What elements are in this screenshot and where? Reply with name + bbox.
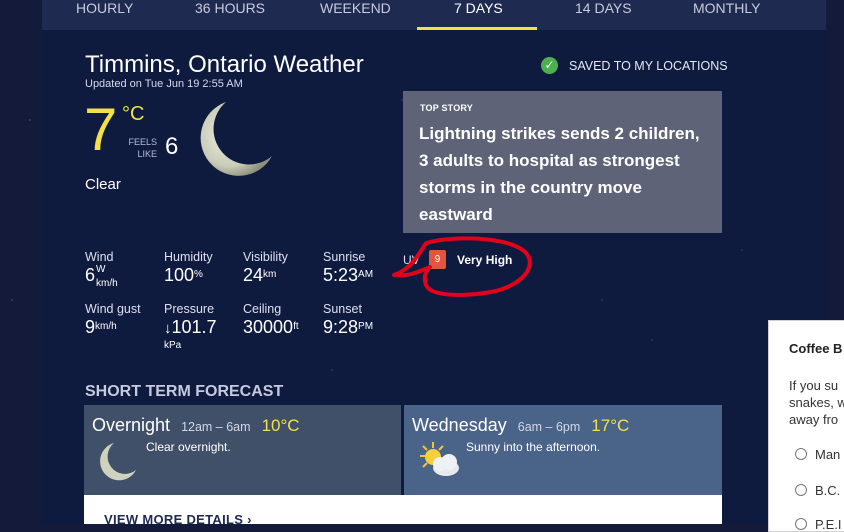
poll-option[interactable]: B.C.: [795, 483, 840, 498]
feels-like-value: 6: [165, 133, 179, 160]
forecast-temp: 10°C: [261, 416, 300, 435]
forecast-day: Wednesday: [412, 415, 507, 435]
humidity-unit: %: [194, 269, 203, 280]
stat-wind: Wind 6 Wkm/h: [85, 250, 118, 289]
view-more-bar: VIEW MORE DETAILS ›: [84, 495, 722, 527]
pressure-trend-icon: ↓: [164, 320, 172, 337]
forecast-period: Wednesday 6am – 6pm 17°C: [412, 415, 629, 436]
pressure-unit: kPa: [164, 340, 182, 351]
poll-option[interactable]: P.E.I: [795, 517, 842, 532]
poll-option-label: B.C.: [815, 483, 841, 498]
poll-question-line: snakes, w: [789, 395, 844, 410]
active-tab-indicator: [417, 27, 537, 30]
ceiling-value: 30000: [243, 317, 294, 337]
stat-label: Wind gust: [85, 302, 141, 316]
radio-icon[interactable]: [795, 484, 807, 496]
ceiling-unit: ft: [293, 321, 299, 332]
feels-label-line2: LIKE: [137, 149, 157, 159]
current-condition: Clear: [85, 176, 121, 193]
saved-label: SAVED TO MY LOCATIONS: [569, 58, 728, 73]
pressure-value: 101.7: [171, 317, 217, 337]
forecast-time: 12am – 6am: [181, 420, 251, 434]
stat-ceiling: Ceiling 30000ft: [243, 302, 299, 338]
sunrise-unit: AM: [358, 269, 374, 280]
tab-7-days[interactable]: 7 DAYS: [454, 0, 503, 30]
page-title: Timmins, Ontario Weather: [85, 51, 364, 78]
poll-question: If you su snakes, w away fro: [789, 377, 844, 428]
tab-hourly[interactable]: HOURLY: [76, 0, 133, 30]
sunset-value: 9:28: [323, 317, 359, 337]
tab-monthly[interactable]: MONTHLY: [693, 0, 760, 30]
stat-label: Pressure: [164, 302, 215, 316]
wind-unit: km/h: [96, 278, 118, 289]
poll-option[interactable]: Man: [795, 447, 840, 462]
forecast-description: Sunny into the afternoon.: [466, 440, 601, 454]
forecast-tabs: HOURLY 36 HOURS WEEKEND 7 DAYS 14 DAYS M…: [42, 0, 826, 30]
sunrise-value: 5:23: [323, 265, 359, 285]
tab-36-hours[interactable]: 36 HOURS: [195, 0, 265, 30]
poll-title: Coffee B: [789, 341, 843, 356]
stat-label: Sunrise: [323, 250, 366, 264]
forecast-temp: 17°C: [591, 416, 630, 435]
forecast-period: Overnight 12am – 6am 10°C: [92, 415, 300, 436]
updated-timestamp: Updated on Tue Jun 19 2:55 AM: [85, 78, 243, 90]
top-story-card[interactable]: TOP STORY Lightning strikes sends 2 chil…: [403, 91, 722, 233]
view-more-details-link[interactable]: VIEW MORE DETAILS ›: [104, 512, 252, 527]
top-story-tag: TOP STORY: [420, 103, 473, 113]
stat-humidity: Humidity 100%: [164, 250, 213, 286]
current-temperature: 7: [84, 96, 118, 163]
forecast-card-overnight[interactable]: Overnight 12am – 6am 10°C Clear overnigh…: [84, 405, 401, 495]
forecast-card-wednesday[interactable]: Wednesday 6am – 6pm 17°C Sunny into the …: [404, 405, 722, 495]
temperature-unit: °C: [122, 103, 145, 125]
sun-cloud-icon: [416, 440, 462, 485]
stat-label: Sunset: [323, 302, 362, 316]
stat-sunrise: Sunrise 5:23AM: [323, 250, 373, 286]
wind-gust-value: 9: [85, 317, 96, 337]
radio-icon[interactable]: [795, 448, 807, 460]
crescent-moon-icon: [192, 98, 274, 187]
red-annotation-circle: [392, 236, 532, 297]
stat-pressure: Pressure ↓101.7 kPa: [164, 302, 217, 351]
poll-widget: Coffee B If you su snakes, w away fro Ma…: [768, 320, 844, 532]
stat-label: Wind: [85, 250, 114, 264]
stat-label: Ceiling: [243, 302, 282, 316]
short-term-forecast-title: SHORT TERM FORECAST: [85, 383, 284, 400]
top-story-headline[interactable]: Lightning strikes sends 2 children, 3 ad…: [419, 120, 709, 228]
wind-value: 6: [85, 265, 96, 285]
forecast-time: 6am – 6pm: [517, 420, 581, 434]
stat-label: Humidity: [164, 250, 213, 264]
forecast-description: Clear overnight.: [146, 440, 231, 454]
tab-weekend[interactable]: WEEKEND: [320, 0, 391, 30]
visibility-value: 24: [243, 265, 264, 285]
saved-location-button[interactable]: ✓ SAVED TO MY LOCATIONS: [541, 57, 728, 74]
stat-wind-gust: Wind gust 9km/h: [85, 302, 141, 338]
humidity-value: 100: [164, 265, 195, 285]
poll-option-label: Man: [815, 447, 841, 462]
wind-direction: W: [96, 264, 106, 275]
forecast-day: Overnight: [92, 415, 171, 435]
poll-question-line: If you su: [789, 378, 839, 393]
wind-gust-unit: km/h: [95, 321, 117, 332]
poll-option-label: P.E.I: [815, 517, 842, 532]
stat-sunset: Sunset 9:28PM: [323, 302, 373, 338]
stat-visibility: Visibility 24km: [243, 250, 288, 286]
crescent-moon-icon: [96, 440, 138, 487]
visibility-unit: km: [263, 269, 277, 280]
sunset-unit: PM: [358, 321, 374, 332]
check-icon: ✓: [541, 57, 558, 74]
feels-like-label: FEELS LIKE: [127, 136, 157, 160]
feels-label-line1: FEELS: [128, 137, 157, 147]
stat-label: Visibility: [243, 250, 288, 264]
poll-question-line: away fro: [789, 412, 839, 427]
radio-icon[interactable]: [795, 518, 807, 530]
tab-14-days[interactable]: 14 DAYS: [575, 0, 632, 30]
